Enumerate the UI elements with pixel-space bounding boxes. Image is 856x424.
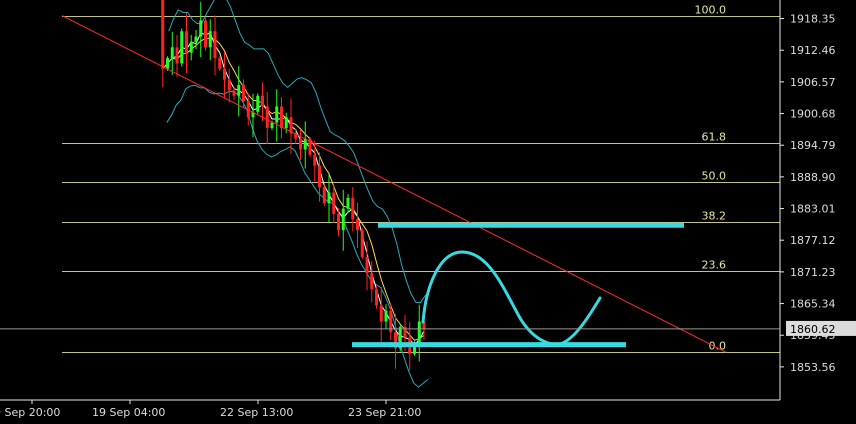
time-tick-label: 23 Sep 21:00 (348, 406, 421, 419)
candle-body (351, 197, 355, 220)
candle-body (161, 0, 165, 69)
fib-level-label: 23.6 (702, 259, 727, 272)
candle-body (417, 321, 421, 344)
fib-level-label: 100.0 (695, 4, 727, 17)
candle-body (265, 106, 269, 128)
price-axis (0, 0, 781, 401)
price-tick-label: 1871.23 (790, 266, 836, 279)
candle-body (185, 31, 188, 53)
candle-body (370, 273, 374, 290)
price-tick-label: 1912.46 (790, 44, 836, 57)
price-tick-labels: 1918.35 1912.46 1906.57 1900.68 1894.79 1888.… (780, 13, 836, 374)
candle-body (218, 58, 222, 69)
downward-trendline[interactable] (61, 15, 727, 353)
candle-body (270, 122, 274, 128)
user-drawings[interactable] (352, 222, 684, 348)
candle-body (175, 47, 179, 64)
time-tick-label: 9 Sep 20:00 (0, 406, 60, 419)
candle-body (322, 187, 326, 204)
candle-body (341, 208, 345, 231)
time-tick-label: 19 Sep 04:00 (92, 406, 165, 419)
candle-body (346, 197, 350, 209)
price-tick-label: 1906.57 (790, 76, 836, 89)
candle-body (204, 20, 207, 48)
candle-body (280, 106, 283, 128)
candle-body (223, 68, 226, 80)
fibonacci-levels: 100.061.850.038.223.60.0 (62, 4, 780, 353)
candle-body (199, 20, 203, 37)
price-tick-label: 1888.90 (790, 171, 836, 184)
candle-body (194, 36, 198, 42)
candle-body (208, 31, 212, 48)
candle-body (327, 192, 331, 204)
candlesticks (161, 0, 426, 371)
candle-body (256, 95, 260, 112)
candle-body (332, 192, 336, 214)
candle-body (180, 31, 184, 64)
candle-body (242, 84, 245, 102)
candle-body (232, 90, 236, 96)
price-tick-label: 1918.35 (790, 13, 836, 26)
candle-body (166, 58, 169, 69)
current-price-label: 1860.62 (790, 323, 836, 336)
candle-body (313, 154, 317, 166)
projected-price-wave[interactable] (421, 250, 602, 346)
candle-body (227, 79, 231, 91)
candle-body (213, 31, 217, 59)
price-tick-label: 1877.12 (790, 234, 836, 247)
candle-body (375, 289, 378, 306)
candle-body (299, 138, 302, 150)
time-tick-labels: 9 Sep 20:00 19 Sep 04:00 22 Sep 13:00 23 Se… (0, 400, 421, 419)
lower-band (166, 84, 429, 388)
candle-body (360, 230, 364, 257)
candle-body (318, 165, 321, 188)
fast-moving-average (162, 32, 425, 346)
candle-body (356, 219, 359, 231)
price-tick-label: 1853.56 (790, 361, 836, 374)
candle-body (189, 41, 193, 53)
price-chart[interactable]: 100.061.850.038.223.60.0 1918.351912.461… (0, 0, 856, 424)
candle-body (365, 256, 369, 274)
candle-body (261, 95, 264, 107)
price-tick-label: 1900.68 (790, 108, 836, 121)
upper-band (168, 0, 431, 304)
fib-level-label: 38.2 (702, 210, 727, 223)
current-price-marker: 1860.62 (0, 320, 856, 336)
candle-body (337, 213, 340, 231)
candle-body (303, 138, 307, 150)
moving-averages (162, 32, 425, 346)
fib-level-label: 61.8 (702, 131, 727, 144)
candle-body (384, 310, 388, 322)
time-tick-label: 22 Sep 13:00 (220, 406, 293, 419)
price-tick-label: 1894.79 (790, 139, 836, 152)
candle-body (284, 117, 288, 128)
candle-body (275, 106, 279, 123)
price-tick-label: 1883.01 (790, 203, 836, 216)
price-tick-label: 1865.34 (790, 298, 836, 311)
candle-body (379, 305, 383, 322)
candle-body (170, 47, 174, 59)
fib-level-label: 50.0 (702, 170, 727, 183)
candle-body (237, 84, 241, 96)
